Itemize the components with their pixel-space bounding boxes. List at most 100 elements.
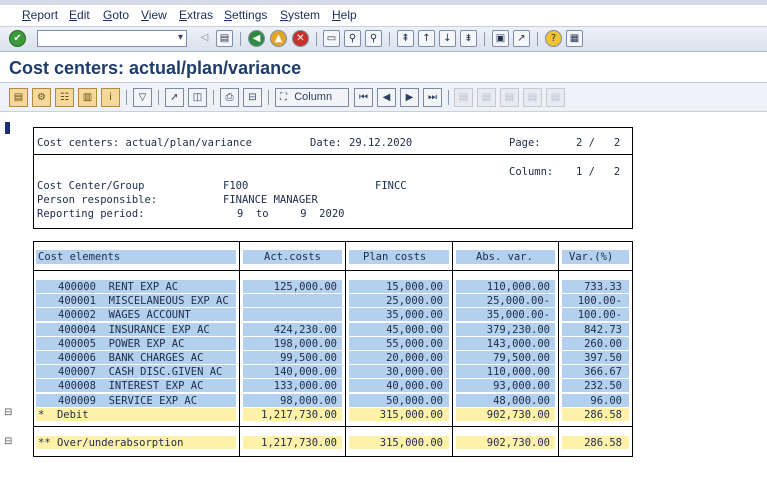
first-column-icon[interactable]: ⏮ — [354, 88, 373, 107]
page-label: Page: — [509, 137, 541, 149]
last-column-icon[interactable]: ⏭ — [423, 88, 442, 107]
select-icon[interactable]: ➚ — [165, 88, 184, 107]
table-row-act: 98,000.00 — [280, 394, 337, 407]
new-session-icon[interactable]: ▣ — [492, 30, 509, 47]
hierarchy-node-icon[interactable]: ⊟ — [4, 407, 16, 419]
filter-icon[interactable]: ▽ — [133, 88, 152, 107]
disabled-tool-icon: ▤ — [523, 88, 542, 107]
table-row-abs: 110,000.00 — [486, 281, 550, 293]
table-row-act: 198,000.00 — [273, 337, 337, 350]
back-icon[interactable]: ◀ — [248, 30, 265, 47]
disabled-tool-icon: ▤ — [477, 88, 496, 107]
column-button[interactable]: ⛶ Column — [275, 88, 349, 107]
column-header-abs-var[interactable]: Abs. var. — [476, 251, 533, 263]
table-row-element[interactable]: 400004 INSURANCE EXP AC — [58, 324, 256, 336]
table-row-plan: 30,000.00 — [386, 366, 443, 379]
table-row-abs: 35,000.00- — [486, 309, 550, 322]
table-row-plan: 25,000.00 — [386, 295, 443, 308]
cancel-icon[interactable]: ✕ — [292, 30, 309, 47]
overall-row-act: 1,217,730.00 — [261, 437, 337, 449]
column-divider — [558, 241, 559, 457]
back-arrow-icon[interactable]: ◁ — [196, 30, 213, 47]
enter-check-icon[interactable]: ✔ — [9, 30, 26, 47]
table-row-act: 125,000.00 — [273, 281, 337, 293]
column-header-act-costs[interactable]: Act.costs — [264, 251, 321, 263]
print-report-icon[interactable]: ⎙ — [220, 88, 239, 107]
column-header-cost-elements[interactable]: Cost elements — [38, 251, 120, 263]
column-divider — [452, 241, 453, 457]
print-icon[interactable]: ▭ — [323, 30, 340, 47]
table-row-var: 96.00 — [590, 394, 622, 407]
report-icon[interactable]: ▥ — [78, 88, 97, 107]
cost-center-group: FINCC — [375, 180, 407, 192]
table-row-abs: 25,000.00- — [486, 295, 550, 308]
table-row-element[interactable]: 400006 BANK CHARGES AC — [58, 352, 256, 364]
menu-edit[interactable]: Edit — [69, 8, 90, 22]
menu-bar: Report Edit Goto View Extras Settings Sy… — [0, 5, 767, 27]
column-value: 1 / 2 — [576, 166, 621, 178]
table-row-abs: 143,000.00 — [486, 337, 550, 350]
hierarchy-icon[interactable]: ☷ — [55, 88, 74, 107]
row-cell-bg — [243, 308, 342, 322]
next-column-icon[interactable]: ▶ — [400, 88, 419, 107]
table-row-var: 842.73 — [584, 323, 622, 336]
table-row-plan: 40,000.00 — [386, 380, 443, 393]
info-icon[interactable]: i — [101, 88, 120, 107]
previous-page-icon[interactable]: ↑ — [418, 30, 435, 47]
next-page-icon[interactable]: ↓ — [439, 30, 456, 47]
table-row-abs: 93,000.00 — [493, 380, 550, 393]
last-page-icon[interactable]: ⇟ — [460, 30, 477, 47]
row-cell-bg — [243, 294, 342, 308]
shortcut-icon[interactable]: ↗ — [513, 30, 530, 47]
exit-icon[interactable]: ▲ — [270, 30, 287, 47]
help-icon[interactable]: ? — [545, 30, 562, 47]
menu-system[interactable]: System — [280, 8, 320, 22]
page-value: 2 / 2 — [576, 137, 621, 149]
find-icon[interactable]: ⚲ — [344, 30, 361, 47]
table-row-var: 397.50 — [584, 352, 622, 364]
table-row-abs: 48,000.00 — [493, 394, 550, 407]
toolbar-separator — [389, 32, 390, 46]
menu-report[interactable]: Report — [22, 8, 58, 22]
table-row-element[interactable]: 400007 CASH DISC.GIVEN AC — [58, 366, 256, 378]
command-history-icon[interactable]: ▾ — [178, 32, 183, 43]
command-field[interactable]: ▾ — [37, 30, 187, 47]
previous-column-icon[interactable]: ◀ — [377, 88, 396, 107]
table-row-element[interactable]: 400001 MISCELANEOUS EXP AC — [58, 295, 256, 307]
menu-goto[interactable]: Goto — [103, 8, 129, 22]
save-icon[interactable]: ▤ — [216, 30, 233, 47]
table-row-element[interactable]: 400009 SERVICE EXP AC — [58, 395, 256, 407]
table-row-element[interactable]: 400000 RENT EXP AC — [58, 281, 256, 293]
header-divider — [34, 154, 632, 155]
export-icon[interactable]: ⊟ — [243, 88, 262, 107]
menu-help[interactable]: Help — [332, 8, 357, 22]
find-next-icon[interactable]: ⚲ — [365, 30, 382, 47]
settings-icon[interactable]: ⚙ — [32, 88, 51, 107]
column-header-var-pct[interactable]: Var.(%) — [569, 251, 613, 263]
menu-view[interactable]: View — [141, 8, 167, 22]
toolbar-separator — [484, 32, 485, 46]
table-row-var: 100.00- — [577, 295, 622, 308]
drilldown-icon[interactable]: ▤ — [9, 88, 28, 107]
frame-icon[interactable]: ◫ — [188, 88, 207, 107]
table-row-element[interactable]: 400008 INTEREST EXP AC — [58, 380, 256, 392]
menu-extras[interactable]: Extras — [179, 8, 213, 22]
disabled-tool-icon: ▤ — [454, 88, 473, 107]
table-row-plan: 35,000.00 — [386, 309, 443, 322]
column-header-plan-costs[interactable]: Plan costs — [363, 251, 426, 263]
toolbar-separator — [537, 32, 538, 46]
first-page-icon[interactable]: ⇞ — [397, 30, 414, 47]
table-row-element[interactable]: 400002 WAGES ACCOUNT — [58, 309, 256, 321]
table-row-act: 99,500.00 — [280, 352, 337, 364]
table-row-var: 260.00 — [584, 337, 622, 350]
toolbar-separator — [316, 32, 317, 46]
debit-row-element[interactable]: * Debit — [38, 409, 236, 421]
menu-settings[interactable]: Settings — [224, 8, 267, 22]
table-row-element[interactable]: 400005 POWER EXP AC — [58, 338, 256, 350]
hierarchy-node-icon[interactable]: ⊟ — [4, 436, 16, 448]
layout-menu-icon[interactable]: ▦ — [566, 30, 583, 47]
report-title: Cost centers: actual/plan/variance — [37, 137, 252, 149]
overall-row-plan: 315,000.00 — [379, 437, 443, 449]
overall-row-element[interactable]: ** Over/underabsorption — [38, 437, 236, 449]
date-label: Date: — [310, 137, 342, 149]
